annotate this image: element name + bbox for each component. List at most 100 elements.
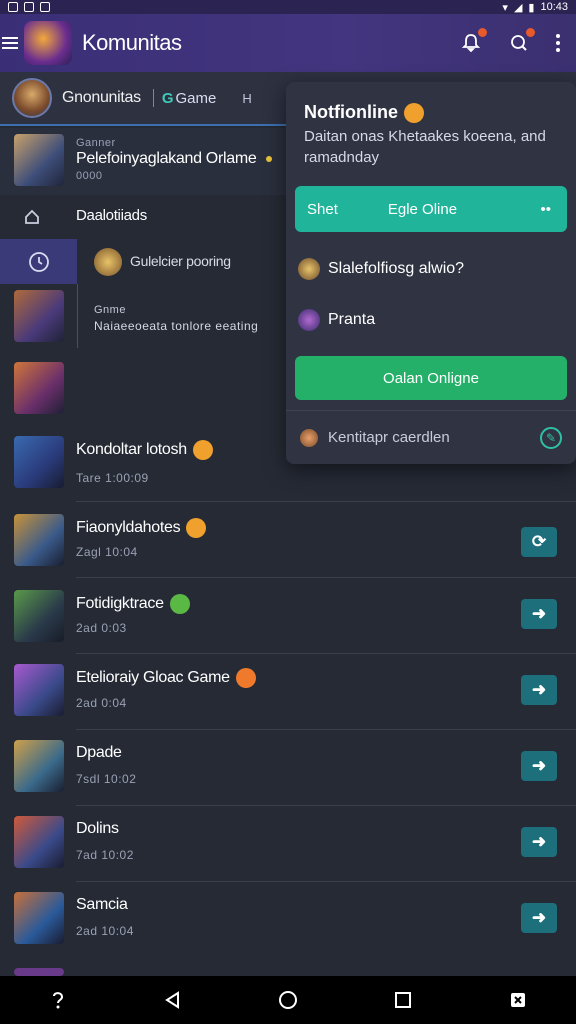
row-subtitle: 7ad 10:02 (76, 848, 134, 862)
chat-badge (526, 28, 535, 37)
app-bar: Komunitas (0, 14, 576, 72)
emoji-icon (235, 668, 256, 688)
tab-game[interactable]: G Game (162, 90, 217, 107)
popup-item-label: Slalefolfiosg alwio? (328, 260, 465, 277)
edit-icon[interactable]: ✎ (540, 426, 562, 449)
status-left-icons (8, 2, 50, 12)
thread-line (77, 284, 78, 348)
app-logo (24, 21, 72, 65)
featured-sub: 0000 (76, 170, 103, 182)
row-thumbnail (14, 892, 64, 944)
notification-bell-button[interactable] (460, 28, 487, 54)
row-thumbnail (14, 362, 64, 414)
list-item[interactable]: Dpade 7sdl 10:02 ➜ (0, 730, 576, 806)
emoji-icon (186, 518, 207, 538)
featured-label: Ganner (76, 137, 116, 149)
featured-title: Pelefoinyaglakand Orlame (76, 150, 257, 167)
status-right-icons: ▾ ◢ ▮ 10:43 (502, 1, 568, 14)
list-item[interactable]: Dolins 7ad 10:02 ➜ (0, 806, 576, 882)
open-button[interactable]: ⟳ (521, 527, 557, 557)
arrow-right-icon: ➜ (531, 756, 547, 775)
game-icon: G (161, 89, 174, 107)
row-title: Etelioraiy Gloac Game (76, 668, 256, 688)
open-button[interactable]: ➜ (521, 751, 557, 781)
popup-item-avatar (298, 258, 320, 280)
open-button[interactable]: ➜ (521, 599, 557, 629)
row-title: Kondoltar lotosh (76, 440, 213, 460)
row-title: Fotidigktrace (76, 594, 190, 614)
list-item[interactable]: Samcia 2ad 10:04 ➜ (0, 882, 576, 958)
popup-footer[interactable]: Kentitapr caerdlen ✎ (286, 410, 576, 464)
game-label: Gnme (94, 304, 126, 316)
popup-bar-left: Shet (307, 200, 338, 218)
popup-item-label: Pranta (328, 311, 376, 328)
app-title: Komunitas (82, 30, 182, 55)
tab-community[interactable]: Gnonunitas (62, 89, 141, 107)
popup-footer-label: Kentitapr caerdlen (328, 429, 450, 446)
game-thumbnail (14, 290, 64, 342)
menu-icon[interactable] (2, 37, 18, 49)
home-circle-icon[interactable] (278, 990, 298, 1010)
activity-label: Gulelcier pooring (130, 253, 231, 269)
notification-badge (478, 28, 487, 37)
tab-extra[interactable]: H (242, 91, 251, 106)
popup-description: Daitan onas Khetaakes koeena, and ramadn… (304, 128, 546, 166)
bell-icon (461, 34, 481, 53)
open-button[interactable]: ➜ (521, 675, 557, 705)
open-button[interactable]: ➜ (521, 903, 557, 933)
back-icon[interactable] (163, 990, 183, 1010)
signal-icon: ◢ (513, 1, 523, 14)
row-thumbnail (14, 664, 64, 716)
row-subtitle: 2ad 0:04 (76, 696, 127, 710)
wifi-icon: ▾ (502, 1, 508, 14)
activity-avatar (94, 248, 122, 276)
popup-bar-right: •• (540, 200, 551, 218)
row-subtitle: Zagl 10:04 (76, 545, 138, 559)
online-dot (266, 156, 272, 162)
row-subtitle: 2ad 10:04 (76, 924, 134, 938)
arrow-right-icon: ➜ (531, 604, 547, 623)
row-title: Fiaonyldahotes (76, 518, 207, 538)
emoji-icon (403, 103, 424, 124)
row-thumbnail (14, 436, 64, 488)
refresh-icon: ⟳ (531, 532, 547, 551)
list-item[interactable]: Etelioraiy Gloac Game 2ad 0:04 ➜ (0, 654, 576, 730)
row-thumbnail (14, 590, 64, 642)
row-subtitle: 2ad 0:03 (76, 621, 127, 635)
popup-item-avatar (298, 309, 320, 331)
user-avatar[interactable] (12, 78, 52, 118)
recents-icon[interactable] (393, 990, 413, 1010)
home-nav-label: Daalotiiads (76, 207, 147, 224)
home-icon (25, 209, 39, 224)
popup-primary-button[interactable]: Oalan Onligne (295, 356, 567, 400)
tab-game-label: Game (175, 89, 217, 107)
row-subtitle: 7sdl 10:02 (76, 772, 137, 786)
system-nav-bar (0, 976, 576, 1024)
chat-button[interactable] (508, 28, 535, 54)
emoji-icon (192, 440, 213, 460)
row-title: Dpade (76, 744, 122, 761)
open-button[interactable]: ➜ (521, 827, 557, 857)
list-item[interactable]: Fiaonyldahotes Zagl 10:04 ⟳ (0, 502, 576, 578)
row-subtitle: Tare 1:00:09 (76, 471, 149, 485)
battery-icon: ▮ (528, 1, 535, 14)
featured-thumbnail (14, 134, 64, 186)
row-thumbnail (14, 514, 64, 566)
notification-popup: Notfionline Daitan onas Khetaakes koeena… (286, 82, 576, 464)
screenshot-icon[interactable] (508, 990, 528, 1010)
notification-icon (24, 2, 34, 12)
arrow-right-icon: ➜ (531, 832, 547, 851)
list-item[interactable]: Fotidigktrace 2ad 0:03 ➜ (0, 578, 576, 654)
popup-status-bar[interactable]: Shet Egle Oline •• (295, 186, 567, 232)
more-options-icon[interactable] (556, 34, 560, 52)
popup-item[interactable]: Pranta (298, 309, 375, 331)
status-bar: ▾ ◢ ▮ 10:43 (0, 0, 576, 14)
assistant-icon[interactable] (48, 990, 68, 1010)
row-title: Dolins (76, 820, 119, 837)
notification-icon (40, 2, 50, 12)
arrow-right-icon: ➜ (531, 680, 547, 699)
emoji-icon (169, 594, 190, 614)
notification-icon (8, 2, 18, 12)
tab-divider (152, 89, 154, 107)
popup-item[interactable]: Slalefolfiosg alwio? (298, 258, 464, 280)
